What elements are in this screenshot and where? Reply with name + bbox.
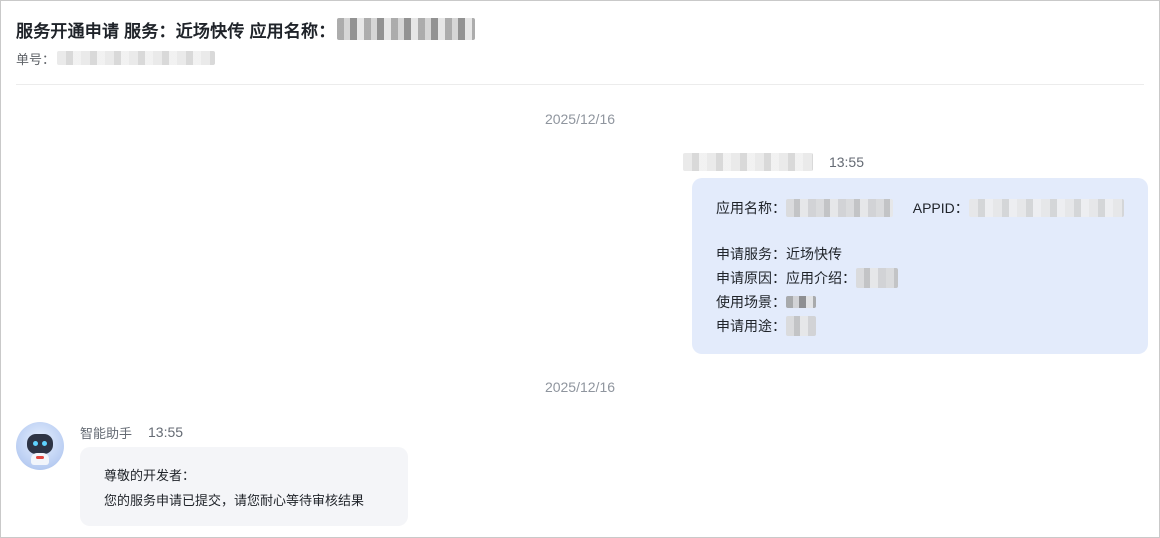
scene-row: 使用场景： xyxy=(716,290,1124,314)
appid-label: APPID： xyxy=(912,200,969,216)
usage-row: 申请用途： xyxy=(716,314,1124,338)
date-divider: 2025/12/16 xyxy=(544,379,616,395)
reason-label: 申请原因： xyxy=(716,270,786,286)
page-title: 服务开通申请 服务：近场快传 应用名称： xyxy=(16,21,336,41)
service-row: 申请服务： 近场快传 xyxy=(716,242,1124,266)
robot-avatar-icon xyxy=(16,422,64,470)
redacted-appid-value xyxy=(968,199,1124,217)
robot-head xyxy=(27,434,53,454)
robot-body xyxy=(31,453,49,465)
service-label: 申请服务： xyxy=(716,246,786,262)
incoming-message-bubble: 尊敬的开发者： 您的服务申请已提交，请您耐心等待审核结果 xyxy=(80,447,408,526)
reason-row: 申请原因： 应用介绍： xyxy=(716,266,1124,290)
ticket-number-label: 单号： xyxy=(16,51,56,67)
service-value: 近场快传 xyxy=(786,246,842,262)
ticket-conversation-window: 服务开通申请 服务：近场快传 应用名称： 单号： 2025/12/16 13:5… xyxy=(0,0,1160,538)
ticket-number-row: 单号： xyxy=(16,49,1144,67)
sender-name: 智能助手 xyxy=(80,425,133,441)
redacted-scene-value xyxy=(786,296,816,308)
outgoing-message-meta: 13:55 xyxy=(682,151,864,173)
app-name-label: 应用名称： xyxy=(716,200,786,216)
message-body: 您的服务申请已提交，请您耐心等待审核结果 xyxy=(104,493,365,508)
title-row: 服务开通申请 服务：近场快传 应用名称： xyxy=(16,15,1144,43)
message-greeting: 尊敬的开发者： xyxy=(104,468,196,483)
outgoing-message-bubble: 应用名称： APPID： 申请服务： 近场快传 申请原因： 应用介绍： 使用场景… xyxy=(692,178,1148,354)
robot-eye xyxy=(33,441,38,446)
redacted-reason-detail xyxy=(856,268,898,288)
redacted-usage-value xyxy=(786,316,816,336)
ticket-header: 服务开通申请 服务：近场快传 应用名称： 单号： xyxy=(16,15,1144,85)
reason-value: 应用介绍： xyxy=(786,270,856,286)
robot-belt xyxy=(36,456,44,459)
scene-label: 使用场景： xyxy=(716,294,786,310)
robot-eye xyxy=(42,441,47,446)
redacted-sender-name xyxy=(682,153,813,171)
incoming-message-meta: 智能助手 13:55 xyxy=(80,421,183,443)
redacted-app-name-value xyxy=(786,199,893,217)
usage-label: 申请用途： xyxy=(716,318,786,334)
date-divider: 2025/12/16 xyxy=(544,111,616,127)
incoming-message-time: 13:55 xyxy=(148,424,184,440)
redacted-app-name xyxy=(337,18,476,40)
app-info-row: 应用名称： APPID： xyxy=(716,196,1124,220)
redacted-ticket-number xyxy=(57,51,216,65)
outgoing-message-time: 13:55 xyxy=(828,154,864,170)
